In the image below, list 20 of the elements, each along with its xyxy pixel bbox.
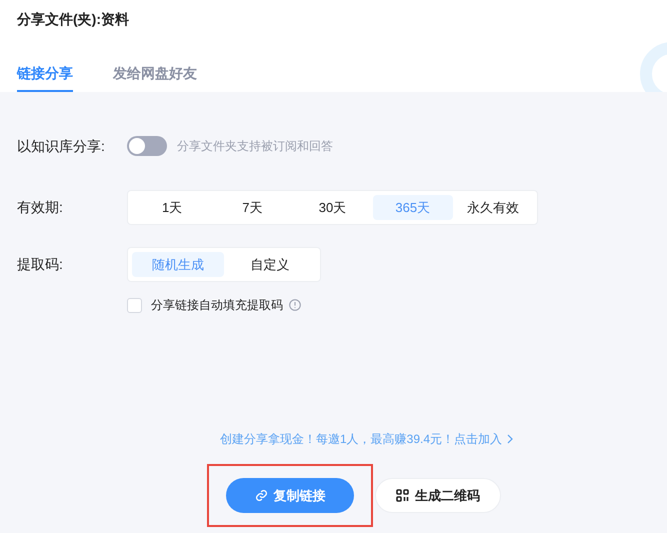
field-label: 有效期: [17, 198, 64, 217]
link-icon [254, 489, 268, 502]
field-label: 以知识库分享: [17, 136, 106, 156]
hint-text: 分享文件夹支持被订阅和回答 [177, 138, 333, 155]
toggle-switch[interactable] [127, 136, 167, 156]
chevron-right-icon [507, 434, 514, 444]
checkbox[interactable] [127, 298, 142, 312]
tab[interactable]: 链接分享 [17, 56, 73, 92]
decorative-ring [640, 40, 667, 92]
segment-option[interactable]: 30天 [292, 195, 373, 220]
field-label: 提取码: [17, 255, 64, 274]
segment-option[interactable]: 永久有效 [452, 195, 534, 220]
info-icon [289, 299, 301, 311]
qr-code-icon [396, 489, 409, 502]
dialog-title: 分享文件(夹):资料 [17, 10, 129, 29]
segment-option[interactable]: 7天 [212, 195, 292, 220]
segment-option[interactable]: 1天 [132, 195, 212, 220]
segment-option[interactable]: 自定义 [224, 252, 316, 277]
qr-code-button[interactable]: 生成二维码 [375, 478, 501, 513]
checkbox-label: 分享链接自动填充提取码 [151, 297, 283, 314]
